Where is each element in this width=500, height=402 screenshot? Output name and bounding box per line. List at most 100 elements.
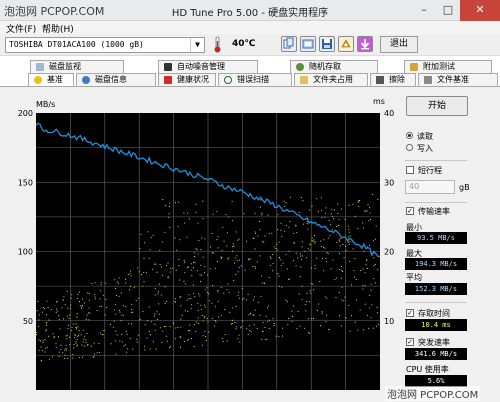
short-stroke-input[interactable]: 40 [405,180,455,194]
tab-disk-info[interactable]: 磁盘信息 [76,73,156,86]
access-time-point [339,315,340,317]
access-time-point [254,296,255,298]
access-time-point [207,274,209,276]
access-time-point [311,318,313,320]
chevron-down-icon[interactable]: ▼ [190,38,204,52]
tab-file-benchmark[interactable]: 文件基准 [418,73,498,86]
access-time-point [256,328,258,330]
access-time-point [262,241,264,243]
access-time-point [264,338,266,340]
access-time-point [226,340,228,342]
access-time-point [289,221,291,223]
access-time-point [137,334,139,336]
access-time-point [184,261,185,263]
access-time-point [150,334,152,336]
access-time-point [172,322,174,324]
access-time-point [285,254,287,256]
access-time-point [228,216,230,218]
access-time-point [225,214,227,216]
access-time-point [42,341,44,343]
minimize-button[interactable]: – [412,0,436,21]
access-time-point [66,349,67,351]
download-icon[interactable] [357,36,373,52]
access-time-point [278,275,280,277]
access-time-point [312,283,314,285]
access-time-point [233,279,235,281]
tab-folder-usage[interactable]: 文件夹占用 [294,73,368,86]
access-time-point [347,236,349,238]
access-time-value: 10.4 ms [405,319,467,331]
tab-benchmark[interactable]: 基准 [28,73,74,86]
right-axis-ticks: 40 30 20 10 [384,109,394,326]
tab-noise-management[interactable]: 自动噪音管理 [158,60,258,73]
access-time-point [66,357,68,359]
options-icon[interactable] [338,36,354,52]
drive-select[interactable]: TOSHIBA DT01ACA100 (1000 gB) ▼ [5,37,205,53]
access-time-point [93,342,95,344]
tab-random-access[interactable]: 随机存取 [290,60,378,73]
short-stroke-checkbox[interactable] [406,166,414,174]
access-time-point [212,285,214,286]
access-time-point [250,312,252,314]
access-time-point [343,257,345,259]
access-time-point [235,231,237,233]
transfer-rate-checkbox[interactable]: ✓ [406,207,414,215]
close-button[interactable]: ✕ [460,0,500,21]
maximize-button[interactable]: □ [436,0,460,21]
tab-disk-monitor[interactable]: 磁盘监视 [30,60,124,73]
access-time-point [227,283,229,285]
access-time-point [236,259,238,261]
access-time-point [280,229,282,231]
access-time-point [118,277,120,279]
access-time-point [150,321,152,323]
access-time-point [113,320,115,322]
access-time-point [300,197,302,198]
write-radio[interactable] [406,144,413,151]
access-time-point [280,265,282,267]
access-time-point [165,300,167,302]
access-time-point [69,336,70,338]
burst-rate-checkbox[interactable]: ✓ [406,338,414,346]
access-time-point [193,324,195,325]
access-time-point [217,236,219,238]
copy-icon[interactable] [281,36,297,52]
access-time-checkbox[interactable]: ✓ [406,309,414,317]
access-time-point [129,285,131,287]
exit-button[interactable]: 退出 [380,36,418,53]
tab-health[interactable]: 健康状况 [158,73,216,86]
access-time-point [354,258,356,260]
access-time-point [268,319,270,321]
tab-extra-tests[interactable]: 附加测试 [404,60,492,73]
access-time-point [307,318,309,320]
copy-screen-icon[interactable] [300,36,316,52]
access-time-point [90,345,92,347]
access-time-point [235,306,237,307]
access-time-point [310,283,312,285]
access-time-point [121,314,123,316]
access-time-point [143,272,145,274]
save-icon[interactable] [319,36,335,52]
start-button[interactable]: 开始 [406,96,468,116]
access-time-point [348,228,350,230]
access-time-point [47,307,49,309]
access-time-point [257,235,259,237]
access-time-point [288,250,290,252]
access-time-point [81,307,83,309]
access-time-point [56,310,58,312]
tab-erase[interactable]: 擦除 [370,73,416,86]
access-time-point [88,299,90,301]
access-time-point [159,264,161,265]
access-time-point [209,268,211,270]
access-time-point [38,314,40,316]
access-time-point [307,228,309,230]
access-time-point [341,286,343,288]
access-time-point [216,261,218,262]
access-time-point [309,290,311,292]
access-time-point [196,249,198,251]
access-time-point [89,312,91,314]
access-time-point [129,289,130,291]
tab-error-scan[interactable]: 错误扫描 [218,73,292,86]
access-time-point [194,262,196,263]
access-time-point [306,292,308,294]
read-radio[interactable] [406,132,413,139]
